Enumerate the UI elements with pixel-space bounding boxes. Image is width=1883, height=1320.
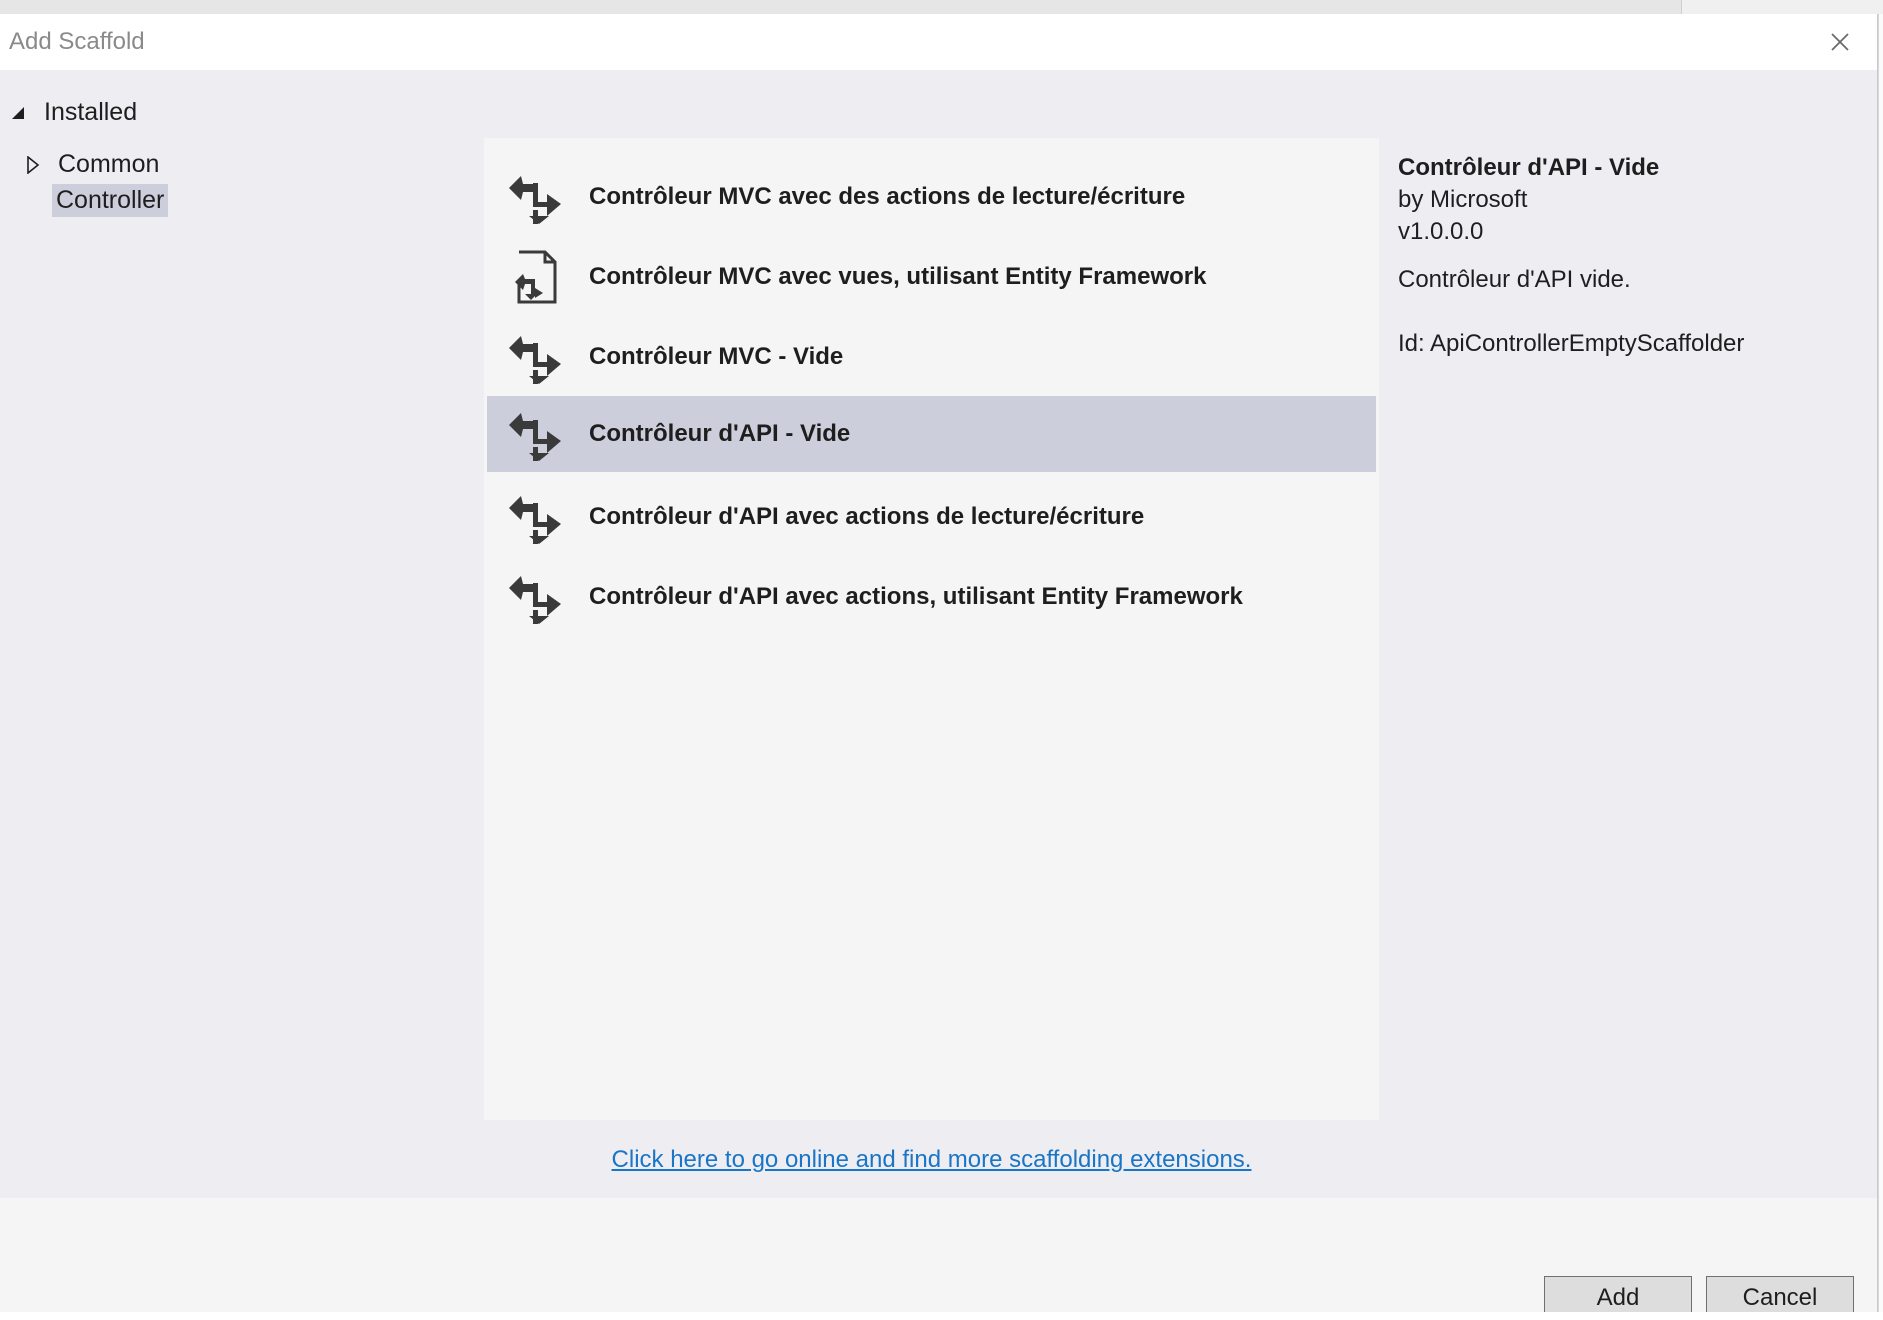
tree-item-installed[interactable]: Installed (10, 96, 141, 129)
background-window-tab (1681, 0, 1883, 14)
add-scaffold-dialog: Add Scaffold Installed Common Controller (0, 14, 1878, 1320)
close-icon[interactable] (1824, 26, 1856, 58)
scaffold-list: Contrôleur MVC avec des actions de lectu… (484, 138, 1379, 1120)
list-item-label: Contrôleur d'API avec actions, utilisant… (589, 583, 1243, 610)
list-item[interactable]: Contrôleur MVC avec vues, utilisant Enti… (487, 239, 1376, 315)
list-item[interactable]: Contrôleur MVC - Vide (487, 319, 1376, 395)
details-id: Id: ApiControllerEmptyScaffolder (1398, 330, 1745, 357)
list-item-label: Contrôleur d'API avec actions de lecture… (589, 503, 1145, 530)
collapsed-triangle-icon (27, 155, 40, 174)
list-item[interactable]: Contrôleur MVC avec des actions de lectu… (487, 159, 1376, 235)
dialog-title: Add Scaffold (9, 28, 145, 55)
controller-icon (509, 176, 561, 224)
tree-item-common[interactable]: Common (26, 148, 163, 181)
background-window-strip (0, 0, 1883, 14)
expanded-triangle-icon (12, 106, 24, 119)
list-item[interactable]: Contrôleur d'API avec actions de lecture… (487, 479, 1376, 555)
controller-views-icon (515, 250, 557, 304)
list-item-label: Contrôleur MVC avec des actions de lectu… (589, 183, 1186, 210)
list-item[interactable]: Contrôleur d'API - Vide (487, 396, 1376, 472)
controller-icon (509, 336, 561, 384)
details-description: Contrôleur d'API vide. (1398, 266, 1631, 293)
controller-icon (509, 413, 561, 461)
list-item-label: Contrôleur d'API - Vide (589, 420, 851, 447)
list-item-label: Contrôleur MVC avec vues, utilisant Enti… (589, 263, 1207, 290)
controller-icon (509, 496, 561, 544)
tree-item-label: Common (58, 150, 160, 178)
background-window-bottom (0, 1312, 1883, 1320)
controller-icon (509, 576, 561, 624)
online-extensions-link[interactable]: Click here to go online and find more sc… (0, 1146, 1863, 1174)
tree-item-controller[interactable]: Controller (52, 184, 169, 217)
tree-item-label: Controller (52, 184, 169, 217)
details-author: by Microsoft (1398, 186, 1528, 213)
background-window-edge (1878, 14, 1883, 1320)
list-item[interactable]: Contrôleur d'API avec actions, utilisant… (487, 559, 1376, 635)
dialog-titlebar: Add Scaffold (0, 14, 1877, 70)
details-version: v1.0.0.0 (1398, 218, 1484, 245)
details-title: Contrôleur d'API - Vide (1398, 154, 1660, 181)
dialog-footer: Add Cancel (0, 1198, 1877, 1320)
list-item-label: Contrôleur MVC - Vide (589, 343, 844, 370)
tree-item-label: Installed (44, 98, 138, 126)
